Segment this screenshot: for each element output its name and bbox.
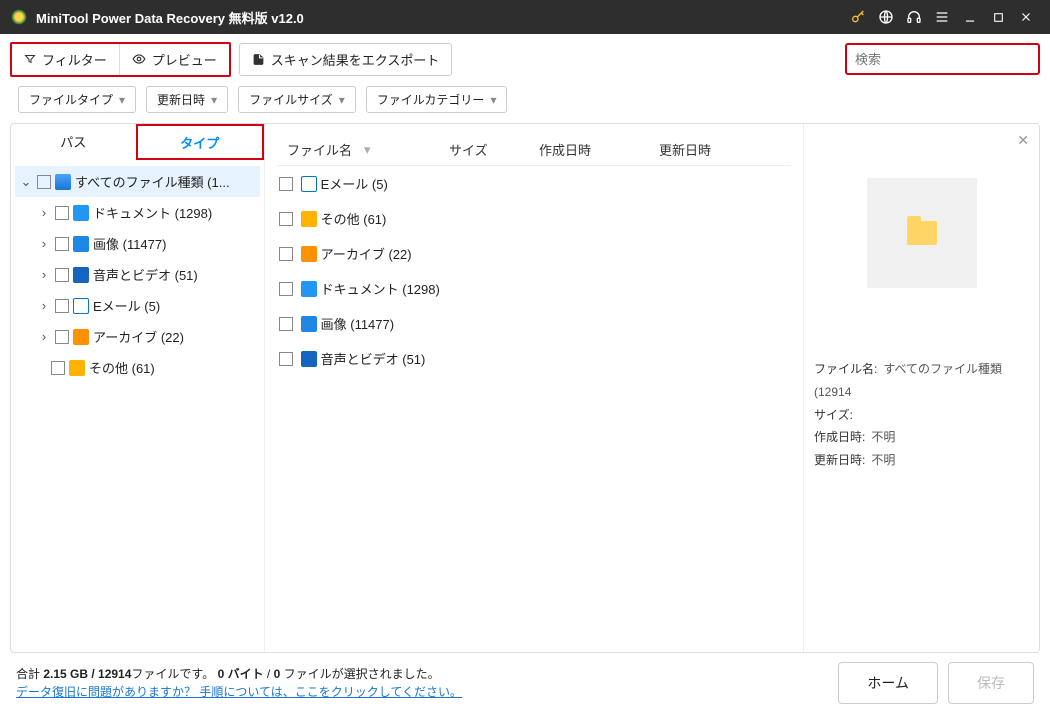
expand-icon[interactable]: ›: [37, 205, 51, 220]
stats-line: 合計 2.15 GB / 12914ファイルです。 0 バイト / 0 ファイル…: [16, 665, 462, 683]
image-icon: [73, 236, 89, 252]
col-updated[interactable]: 更新日時: [659, 140, 789, 159]
checkbox[interactable]: [279, 247, 293, 261]
key-icon[interactable]: [844, 3, 872, 31]
preview-label: プレビュー: [152, 50, 217, 69]
search-input[interactable]: [855, 52, 1031, 67]
checkbox[interactable]: [279, 317, 293, 331]
folder-icon: [907, 221, 937, 245]
filter-chips: ファイルタイプ▾ 更新日時▾ ファイルサイズ▾ ファイルカテゴリー▾: [0, 84, 1050, 123]
close-icon[interactable]: [1012, 3, 1040, 31]
meta-created-value: 不明: [871, 430, 895, 444]
search-box[interactable]: [845, 43, 1040, 75]
collapse-icon[interactable]: ⌄: [19, 174, 33, 190]
globe-icon[interactable]: [872, 3, 900, 31]
checkbox[interactable]: [279, 177, 293, 191]
tree-other[interactable]: その他 (61): [15, 352, 260, 383]
meta-updated-value: 不明: [871, 453, 895, 467]
checkbox[interactable]: [55, 268, 69, 282]
expand-icon[interactable]: ›: [37, 267, 51, 282]
tree-img[interactable]: ›画像 (11477): [15, 228, 260, 259]
close-preview-icon[interactable]: ✕: [1017, 132, 1029, 149]
app-title: MiniTool Power Data Recovery 無料版 v12.0: [36, 8, 304, 27]
chevron-down-icon: ▾: [490, 93, 496, 107]
checkbox[interactable]: [51, 361, 65, 375]
checkbox[interactable]: [55, 299, 69, 313]
tree-mail[interactable]: ›Eメール (5): [15, 290, 260, 321]
sidebar: パス タイプ ⌄すべてのファイル種類 (1... ›ドキュメント (1298) …: [11, 124, 265, 652]
checkbox[interactable]: [37, 175, 51, 189]
archive-icon: [301, 246, 317, 262]
tab-type[interactable]: タイプ: [136, 124, 265, 160]
expand-icon[interactable]: ›: [37, 236, 51, 251]
checkbox[interactable]: [279, 212, 293, 226]
export-button[interactable]: スキャン結果をエクスポート: [239, 43, 453, 76]
help-link[interactable]: データ復旧に問題がありますか？ 手順については、ここをクリックしてください。: [16, 685, 462, 699]
archive-icon: [73, 329, 89, 345]
col-name[interactable]: ファイル名: [287, 140, 352, 159]
headphones-icon[interactable]: [900, 3, 928, 31]
meta-size-label: サイズ:: [814, 404, 853, 427]
image-icon: [301, 316, 317, 332]
chip-date[interactable]: 更新日時▾: [146, 86, 228, 113]
meta-created-label: 作成日時:: [814, 426, 865, 449]
footer: 合計 2.15 GB / 12914ファイルです。 0 バイト / 0 ファイル…: [0, 653, 1050, 713]
preview-panel: ✕ ファイル名:すべてのファイル種類 (12914 サイズ: 作成日時:不明 更…: [803, 124, 1039, 652]
preview-button[interactable]: プレビュー: [119, 44, 229, 75]
expand-icon[interactable]: ›: [37, 329, 51, 344]
monitor-icon: [55, 174, 71, 190]
other-icon: [69, 360, 85, 376]
menu-icon[interactable]: [928, 3, 956, 31]
audio-video-icon: [73, 267, 89, 283]
checkbox[interactable]: [55, 330, 69, 344]
mail-icon: [301, 176, 317, 192]
list-item[interactable]: 音声とビデオ (51): [277, 341, 791, 376]
export-label: スキャン結果をエクスポート: [271, 50, 440, 69]
chevron-down-icon: ▾: [211, 93, 217, 107]
home-button[interactable]: ホーム: [838, 662, 938, 704]
list-item[interactable]: ドキュメント (1298): [277, 271, 791, 306]
chevron-down-icon: ▾: [119, 93, 125, 107]
file-list: ファイル名 ▾ サイズ 作成日時 更新日時 Eメール (5) その他 (61) ア…: [265, 124, 803, 652]
tree-root[interactable]: ⌄すべてのファイル種類 (1...: [15, 166, 260, 197]
app-logo-icon: [10, 8, 28, 26]
chip-size[interactable]: ファイルサイズ▾: [238, 86, 356, 113]
filter-label: フィルター: [42, 50, 107, 69]
tab-path[interactable]: パス: [11, 124, 136, 160]
tree: ⌄すべてのファイル種類 (1... ›ドキュメント (1298) ›画像 (11…: [11, 160, 264, 652]
tree-arc[interactable]: ›アーカイブ (22): [15, 321, 260, 352]
meta-updated-label: 更新日時:: [814, 449, 865, 472]
sort-caret-icon: ▾: [364, 142, 371, 158]
document-icon: [301, 281, 317, 297]
audio-video-icon: [301, 351, 317, 367]
mail-icon: [73, 298, 89, 314]
list-item[interactable]: アーカイブ (22): [277, 236, 791, 271]
checkbox[interactable]: [279, 352, 293, 366]
list-item[interactable]: Eメール (5): [277, 166, 791, 201]
checkbox[interactable]: [55, 237, 69, 251]
document-icon: [73, 205, 89, 221]
col-size[interactable]: サイズ: [449, 140, 539, 159]
maximize-icon[interactable]: [984, 3, 1012, 31]
minimize-icon[interactable]: [956, 3, 984, 31]
expand-icon[interactable]: ›: [37, 298, 51, 313]
filter-button[interactable]: フィルター: [12, 44, 119, 75]
list-item[interactable]: 画像 (11477): [277, 306, 791, 341]
chip-category[interactable]: ファイルカテゴリー▾: [366, 86, 508, 113]
chevron-down-icon: ▾: [339, 93, 345, 107]
titlebar: MiniTool Power Data Recovery 無料版 v12.0: [0, 0, 1050, 34]
list-item[interactable]: その他 (61): [277, 201, 791, 236]
col-created[interactable]: 作成日時: [539, 140, 659, 159]
tree-doc[interactable]: ›ドキュメント (1298): [15, 197, 260, 228]
table-header: ファイル名 ▾ サイズ 作成日時 更新日時: [277, 134, 791, 166]
other-icon: [301, 211, 317, 227]
checkbox[interactable]: [279, 282, 293, 296]
tree-av[interactable]: ›音声とビデオ (51): [15, 259, 260, 290]
save-button[interactable]: 保存: [948, 662, 1034, 704]
checkbox[interactable]: [55, 206, 69, 220]
preview-thumbnail: [867, 178, 977, 288]
toolbar: フィルター プレビュー スキャン結果をエクスポート: [0, 34, 1050, 84]
chip-filetype[interactable]: ファイルタイプ▾: [18, 86, 136, 113]
meta-filename-label: ファイル名:: [814, 358, 877, 381]
